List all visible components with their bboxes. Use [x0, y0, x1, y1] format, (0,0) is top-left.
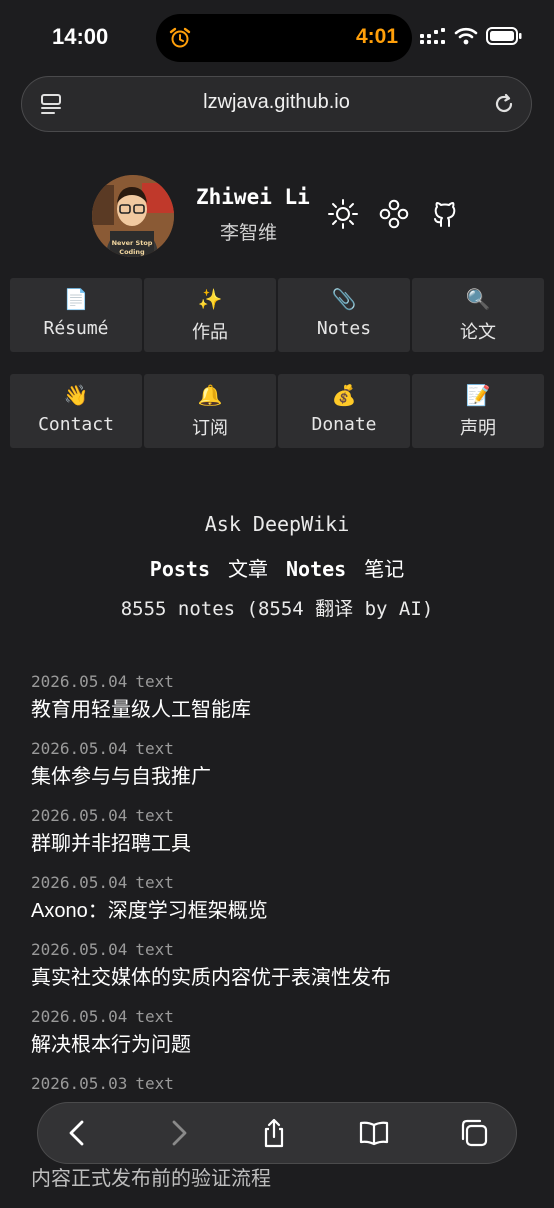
post-title[interactable]: 解决根本行为问题: [31, 1031, 531, 1059]
alarm-clock-icon: [169, 27, 191, 48]
post-date: 2026.05.04: [31, 806, 128, 825]
avatar: Never Stop Coding: [92, 175, 174, 257]
papers-button[interactable]: 🔍 论文: [412, 278, 544, 352]
post-title[interactable]: 群聊并非招聘工具: [31, 830, 531, 858]
notes-button[interactable]: 📎 Notes: [278, 278, 410, 352]
notes-count: 8555 notes (8554 翻译 by AI): [120, 598, 434, 620]
post-type: text: [135, 873, 174, 892]
subscribe-label: 订阅: [192, 418, 228, 439]
resume-button[interactable]: 📄 Résumé: [10, 278, 142, 352]
post-date: 2026.05.04: [31, 1007, 128, 1026]
notes-link[interactable]: Notes: [286, 557, 346, 581]
status-time: 14:00: [52, 24, 109, 49]
magnifier-icon: 🔍: [465, 287, 491, 311]
post-type: text: [135, 806, 174, 825]
list-item[interactable]: 2026.05.04 text 集体参与与自我推广: [31, 739, 531, 806]
gamepad-icon[interactable]: [378, 198, 410, 230]
list-item[interactable]: 2026.05.04 text Axono：深度学习框架概览: [31, 873, 531, 940]
bookmarks-icon[interactable]: [358, 1117, 390, 1149]
subscribe-button[interactable]: 🔔 订阅: [144, 374, 276, 448]
posts-link[interactable]: Posts: [150, 557, 210, 581]
list-item[interactable]: 2026.05.04 text 真实社交媒体的实质内容优于表演性发布: [31, 940, 531, 1007]
status-bar: 14:00 4:01: [0, 0, 554, 74]
posts-notes-links: Posts 文章 Notes 笔记: [0, 553, 554, 582]
money-bag-icon: 💰: [331, 383, 357, 407]
dynamic-island[interactable]: 4:01: [156, 14, 412, 62]
profile-name: Zhiwei Li: [196, 185, 310, 209]
timer-countdown: 4:01: [355, 25, 398, 48]
donate-label: Donate: [311, 414, 377, 435]
papers-label: 论文: [460, 322, 496, 343]
post-type: text: [135, 1007, 174, 1026]
nav-grid-row-2: 👋 Contact 🔔 订阅 💰 Donate 📝 声明: [10, 374, 544, 448]
svg-text:Coding: Coding: [119, 248, 145, 256]
post-date: 2026.05.04: [31, 873, 128, 892]
post-title[interactable]: 真实社交媒体的实质内容优于表演性发布: [31, 964, 531, 992]
list-item[interactable]: 2026.05.04 text 解决根本行为问题: [31, 1007, 531, 1074]
address-bar[interactable]: lzwjava.github.io: [21, 76, 532, 132]
ask-deepwiki-link[interactable]: Ask DeepWiki: [0, 512, 554, 536]
post-date: 2026.05.04: [31, 940, 128, 959]
post-title[interactable]: Axono：深度学习框架概览: [31, 897, 531, 925]
contact-label: Contact: [38, 414, 114, 435]
post-type: text: [135, 739, 174, 758]
contact-button[interactable]: 👋 Contact: [10, 374, 142, 448]
wifi-icon: [454, 27, 478, 45]
profile-name-cn: 李智维: [220, 223, 278, 244]
posts-cn-link[interactable]: 文章: [228, 557, 268, 581]
post-title[interactable]: 集体参与与自我推广: [31, 763, 531, 791]
statement-button[interactable]: 📝 声明: [412, 374, 544, 448]
post-date: 2026.05.04: [31, 739, 128, 758]
url-text[interactable]: lzwjava.github.io: [22, 91, 531, 114]
works-label: 作品: [192, 322, 228, 343]
battery-icon: [486, 27, 522, 45]
post-type: text: [135, 940, 174, 959]
list-item[interactable]: 2026.05.04 text 群聊并非招聘工具: [31, 806, 531, 873]
bell-icon: 🔔: [197, 383, 223, 407]
waving-hand-icon: 👋: [63, 383, 89, 407]
post-date: 2026.05.04: [31, 672, 128, 691]
memo-icon: 📝: [465, 383, 491, 407]
notes-cn-link[interactable]: 笔记: [364, 557, 404, 581]
paperclip-icon: 📎: [331, 287, 357, 311]
document-icon: 📄: [63, 287, 89, 311]
browser-toolbar: [37, 1102, 517, 1164]
resume-label: Résumé: [43, 318, 109, 339]
works-button[interactable]: ✨ 作品: [144, 278, 276, 352]
statement-label: 声明: [460, 418, 496, 439]
post-title[interactable]: 教育用轻量级人工智能库: [31, 696, 531, 724]
github-icon[interactable]: [429, 198, 461, 230]
sun-icon[interactable]: [327, 198, 359, 230]
donate-button[interactable]: 💰 Donate: [278, 374, 410, 448]
post-type: text: [135, 672, 174, 691]
nav-grid-row-1: 📄 Résumé ✨ 作品 📎 Notes 🔍 论文: [10, 278, 544, 352]
list-item[interactable]: 2026.05.04 text 教育用轻量级人工智能库: [31, 672, 531, 739]
cellular-signal-icon: [420, 28, 445, 44]
notes-label: Notes: [316, 318, 372, 339]
svg-text:Never Stop: Never Stop: [112, 239, 153, 247]
reload-icon[interactable]: [491, 91, 517, 117]
status-icons: [420, 27, 522, 45]
post-date: 2026.05.03: [31, 1074, 128, 1093]
post-title[interactable]: 内容正式发布前的验证流程: [31, 1165, 531, 1193]
back-icon[interactable]: [62, 1117, 94, 1149]
forward-icon[interactable]: [162, 1117, 194, 1149]
sparkles-icon: ✨: [197, 287, 223, 311]
share-icon[interactable]: [258, 1117, 290, 1149]
post-type: text: [135, 1074, 174, 1093]
tabs-icon[interactable]: [458, 1117, 490, 1149]
